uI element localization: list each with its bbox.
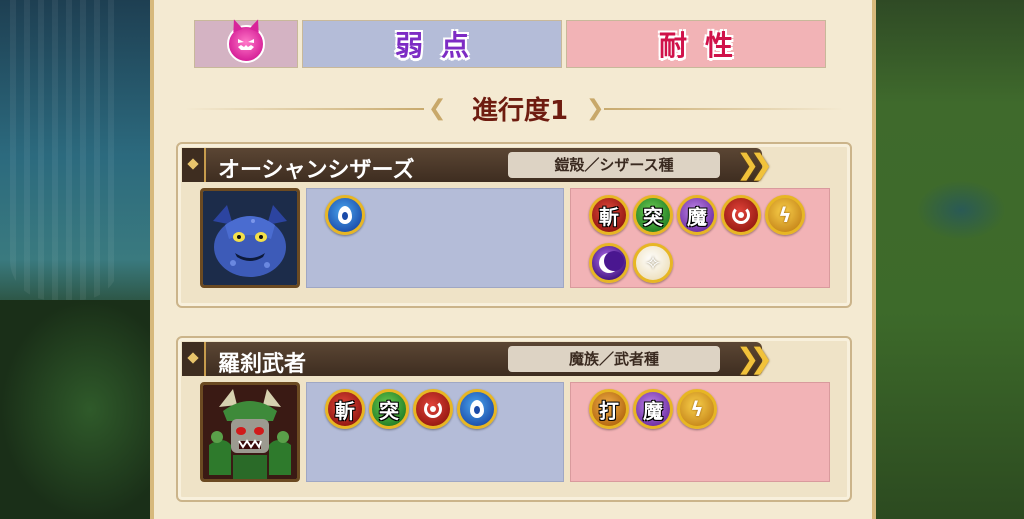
progress-title: 進行度1 (471, 96, 569, 126)
game-background-left (0, 0, 150, 519)
chevron-left-icon: ❮ (428, 96, 447, 121)
weakness-info-panel: 弱点 耐性 ❮ 進行度1 ❯ オーシャンシザーズ 鎧殻／シザース種 ❯❯ 斬 突… (150, 0, 876, 519)
double-chevron-icon: ❯❯ (736, 342, 773, 375)
enemy-card-header: 羅刹武者 魔族／武者種 ❯❯ (182, 342, 773, 377)
enemy-card[interactable]: 羅刹武者 魔族／武者種 ❯❯ 斬 突 打 魔 ϟ (176, 336, 852, 502)
diamond-icon (187, 158, 199, 170)
water-element-icon (325, 195, 365, 235)
water-element-icon (457, 389, 497, 429)
magic-attack-icon: 魔 (677, 195, 717, 235)
weakness-box: 斬 突 (306, 382, 564, 482)
divider-left (184, 108, 424, 110)
slash-attack-icon: 斬 (325, 389, 365, 429)
fire-element-icon (413, 389, 453, 429)
blue-crab-monster-portrait (203, 191, 297, 285)
green-samurai-demon-portrait (203, 385, 297, 479)
legend-enemy-type (194, 20, 298, 68)
game-background-right (876, 0, 1024, 519)
enemy-portrait (200, 382, 300, 482)
chevron-right-icon: ❯ (586, 96, 605, 121)
weakness-header-label: 弱点 (394, 29, 487, 62)
enemy-card-header: オーシャンシザーズ 鎧殻／シザース種 ❯❯ (182, 148, 773, 183)
thunder-element-icon: ϟ (677, 389, 717, 429)
resistance-box: 斬 突 魔 ϟ ✧ (570, 188, 830, 288)
fire-element-icon (721, 195, 761, 235)
demon-face-icon (227, 25, 265, 63)
enemy-family: 鎧殻／シザース種 (508, 152, 720, 178)
divider-right (604, 108, 844, 110)
enemy-portrait (200, 188, 300, 288)
enemy-name: オーシャンシザーズ (218, 158, 415, 183)
progress-header: ❮ 進行度1 ❯ (184, 88, 844, 128)
pierce-attack-icon: 突 (633, 195, 673, 235)
thunder-element-icon: ϟ (765, 195, 805, 235)
enemy-family: 魔族／武者種 (508, 346, 720, 372)
pierce-attack-icon: 突 (369, 389, 409, 429)
double-chevron-icon: ❯❯ (736, 148, 773, 181)
enemy-card[interactable]: オーシャンシザーズ 鎧殻／シザース種 ❯❯ 斬 突 魔 ϟ ✧ (176, 142, 852, 308)
resistance-box: 打 魔 ϟ (570, 382, 830, 482)
legend-weakness-header: 弱点 (302, 20, 562, 68)
enemy-name: 羅刹武者 (218, 352, 307, 377)
weakness-box (306, 188, 564, 288)
slash-attack-icon: 斬 (589, 195, 629, 235)
diamond-icon (187, 352, 199, 364)
legend-resistance-header: 耐性 (566, 20, 826, 68)
magic-attack-icon: 魔 (633, 389, 673, 429)
resistance-header-label: 耐性 (658, 29, 751, 62)
light-element-icon: ✧ (633, 243, 673, 283)
blunt-attack-icon: 打 (589, 389, 629, 429)
dark-element-icon (589, 243, 629, 283)
